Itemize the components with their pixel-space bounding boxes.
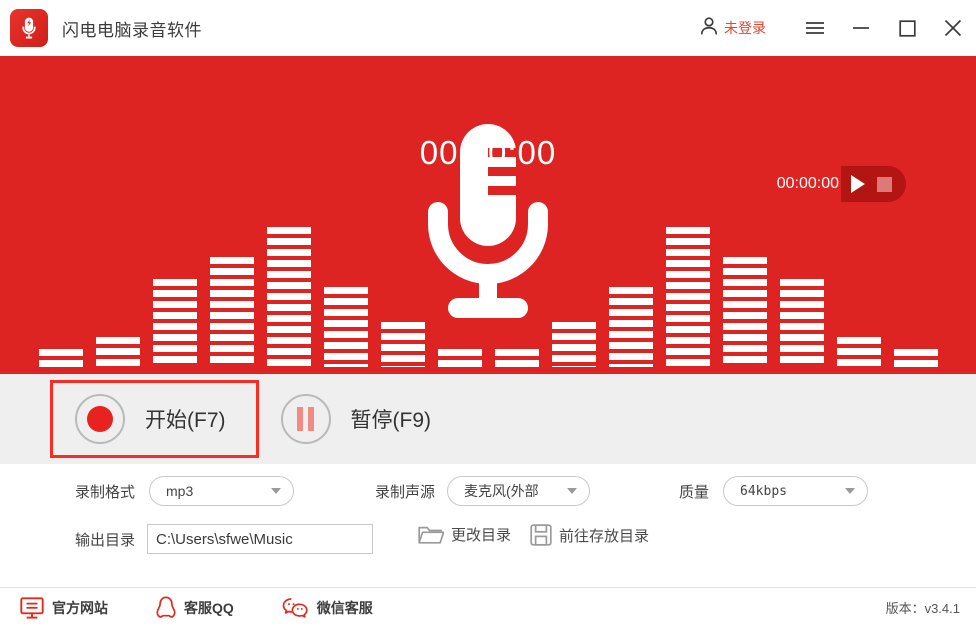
save-disk-icon — [530, 524, 552, 546]
output-dir-label: 输出目录 — [75, 531, 136, 549]
visualizer-bar — [779, 279, 824, 367]
wechat-icon — [282, 597, 309, 619]
visualizer-bar — [323, 287, 368, 367]
visualizer-bar — [494, 349, 539, 367]
official-website-link[interactable]: 官方网站 — [20, 596, 108, 619]
mini-player-time: 00:00:00 — [776, 175, 839, 192]
audio-visualizer — [0, 174, 976, 374]
source-setting-row: 录制声源 麦克风(外部 — [375, 476, 591, 506]
format-setting-row: 录制格式 mp3 — [75, 476, 295, 506]
change-dir-button[interactable]: 更改目录 — [418, 524, 511, 545]
login-status-label: 未登录 — [724, 20, 766, 36]
window-controls-group: 未登录 — [698, 0, 976, 56]
source-value: 麦克风(外部 — [464, 483, 539, 499]
hamburger-menu-icon[interactable] — [792, 0, 838, 56]
mini-player: 00:00:00 — [777, 166, 906, 202]
quality-select[interactable]: 64kbps — [723, 476, 869, 506]
login-account-button[interactable]: 未登录 — [698, 15, 766, 42]
open-dir-label: 前往存放目录 — [559, 527, 650, 545]
visualizer-bar — [608, 287, 653, 367]
source-select[interactable]: 麦克风(外部 — [447, 476, 591, 506]
close-icon[interactable] — [930, 0, 976, 56]
stop-icon[interactable] — [877, 176, 892, 192]
start-record-label: 开始(F7) — [145, 409, 226, 432]
folder-icon — [418, 524, 444, 545]
format-select[interactable]: mp3 — [149, 476, 295, 506]
visualizer-bar — [209, 257, 254, 367]
chevron-down-icon — [567, 488, 578, 494]
format-label: 录制格式 — [75, 483, 136, 501]
app-title: 闪电电脑录音软件 — [62, 20, 202, 40]
monitor-icon — [20, 596, 44, 619]
transport-controls-bar: 开始(F7) 暂停(F9) — [0, 374, 976, 464]
maximize-icon[interactable] — [884, 0, 930, 56]
visualizer-bar — [380, 322, 425, 367]
wechat-service-link[interactable]: 微信客服 — [282, 597, 373, 619]
footer-bar: 官方网站 客服QQ 微信客服 版本：v3.4.1 — [0, 587, 976, 627]
visualizer-bar — [38, 349, 83, 367]
visualizer-bar — [722, 257, 767, 367]
user-avatar-icon — [698, 15, 720, 42]
visualizer-bar — [665, 227, 710, 367]
pause-record-button[interactable]: 暂停(F9) — [259, 380, 446, 458]
visualizer-bar — [152, 279, 197, 367]
quality-setting-row: 质量 64kbps — [679, 476, 869, 506]
settings-panel: 录制格式 mp3 录制声源 麦克风(外部 质量 64kbps 输出目录 C:\U… — [0, 464, 976, 587]
chevron-down-icon — [271, 488, 282, 494]
visualizer-bar — [266, 227, 311, 367]
recorder-app-window: 闪电电脑录音软件 未登录 00:00:00 00:00:00 开始(F7) 暂停… — [0, 0, 976, 627]
open-dir-button[interactable]: 前往存放目录 — [530, 524, 649, 546]
quality-label: 质量 — [679, 483, 710, 501]
version-label: 版本：v3.4.1 — [885, 601, 960, 616]
format-value: mp3 — [166, 483, 194, 499]
qq-penguin-icon — [156, 596, 176, 619]
recorder-hero-panel: 00:00:00 00:00:00 — [0, 56, 976, 374]
output-dir-input[interactable] — [147, 524, 374, 554]
visualizer-bar — [836, 337, 881, 367]
visualizer-bar — [893, 349, 938, 367]
quality-value: 64kbps — [740, 483, 787, 499]
customer-qq-link[interactable]: 客服QQ — [156, 596, 234, 619]
visualizer-bar — [551, 322, 596, 367]
source-label: 录制声源 — [375, 483, 436, 501]
visualizer-bar — [437, 349, 482, 367]
pause-icon — [280, 394, 331, 444]
mini-player-controls[interactable] — [841, 166, 906, 202]
start-record-button[interactable]: 开始(F7) — [50, 380, 259, 458]
output-setting-row: 输出目录 — [75, 524, 374, 554]
play-icon[interactable] — [851, 175, 865, 193]
title-bar: 闪电电脑录音软件 未登录 — [0, 0, 976, 56]
visualizer-bar — [95, 337, 140, 367]
minimize-icon[interactable] — [838, 0, 884, 56]
wechat-service-label: 微信客服 — [316, 599, 373, 616]
change-dir-label: 更改目录 — [451, 527, 512, 544]
app-mic-lightning-icon — [10, 9, 48, 47]
official-website-label: 官方网站 — [52, 599, 108, 616]
chevron-down-icon — [845, 488, 856, 494]
pause-record-label: 暂停(F9) — [350, 409, 432, 432]
record-dot-icon — [75, 394, 125, 444]
customer-qq-label: 客服QQ — [184, 599, 234, 616]
